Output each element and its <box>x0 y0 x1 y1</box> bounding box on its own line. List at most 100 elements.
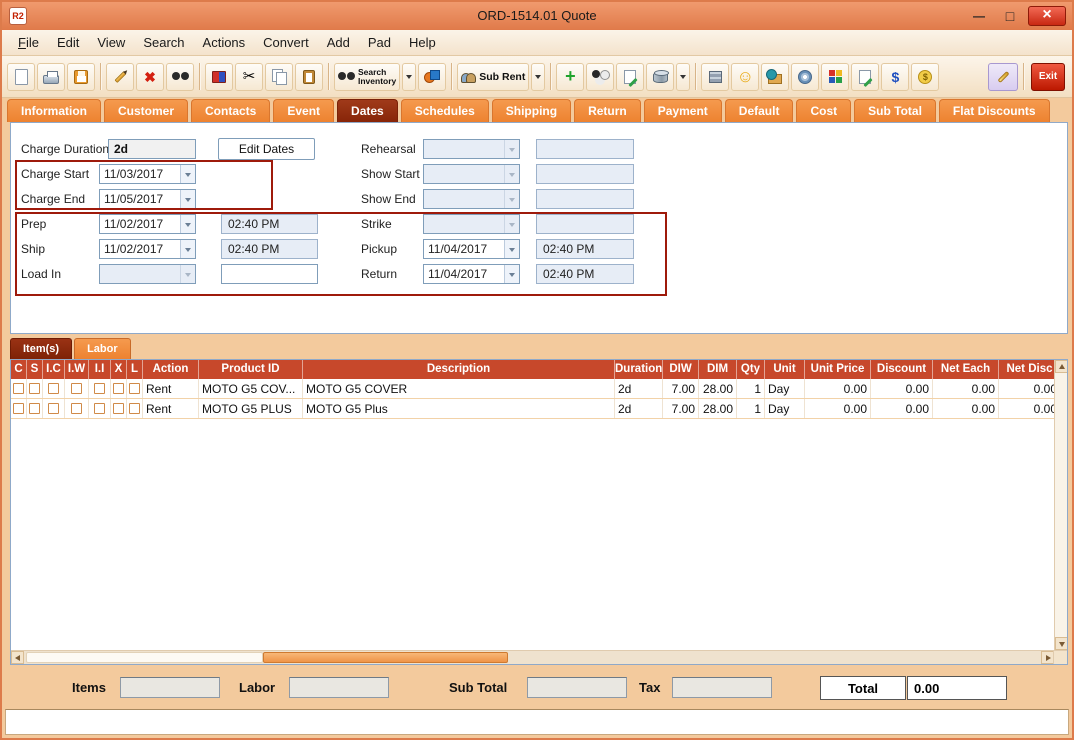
add-item-button[interactable]: + <box>556 63 584 91</box>
col-header-duration[interactable]: Duration <box>615 360 663 379</box>
tab-default[interactable]: Default <box>725 99 794 122</box>
copy-button[interactable] <box>265 63 293 91</box>
pickup-time-field[interactable]: 02:40 PM <box>536 239 634 259</box>
tab-labor[interactable]: Labor <box>74 338 131 359</box>
col-header-l[interactable]: L <box>127 360 143 379</box>
checkbox-x[interactable] <box>113 403 124 414</box>
tab-dates[interactable]: Dates <box>337 99 398 122</box>
cell-description[interactable]: MOTO G5 COVER <box>303 379 615 398</box>
col-header-dim[interactable]: DIM <box>699 360 737 379</box>
edit-dates-button[interactable]: Edit Dates <box>218 138 315 160</box>
maximize-button[interactable] <box>997 6 1023 26</box>
col-header-net-each[interactable]: Net Each <box>933 360 999 379</box>
checkbox-s[interactable] <box>29 383 40 394</box>
menu-convert[interactable]: Convert <box>255 32 317 53</box>
web-package-button[interactable] <box>761 63 789 91</box>
pickup-date-combo[interactable]: 11/04/2017 <box>423 239 520 259</box>
checkbox-c[interactable] <box>13 383 24 394</box>
chevron-down-icon[interactable] <box>180 190 195 208</box>
return-time-field[interactable]: 02:40 PM <box>536 264 634 284</box>
paste-button[interactable] <box>295 63 323 91</box>
cell-action[interactable]: Rent <box>143 399 199 418</box>
menu-add[interactable]: Add <box>319 32 358 53</box>
checkbox-x[interactable] <box>113 383 124 394</box>
horizontal-scroll-thumb[interactable] <box>263 652 508 663</box>
print-button[interactable] <box>37 63 65 91</box>
col-header-x[interactable]: X <box>111 360 127 379</box>
col-header-diw[interactable]: DIW <box>663 360 699 379</box>
cell-net-each[interactable]: 0.00 <box>933 399 999 418</box>
cell-discount[interactable]: 0.00 <box>871 399 933 418</box>
cell-unit-price[interactable]: 0.00 <box>805 399 871 418</box>
col-header-s[interactable]: S <box>27 360 43 379</box>
search-inventory-button[interactable]: Search Inventory <box>334 63 400 91</box>
cell-net-each[interactable]: 0.00 <box>933 379 999 398</box>
col-header-product-id[interactable]: Product ID <box>199 360 303 379</box>
checkbox-ic[interactable] <box>48 403 59 414</box>
sub-rent-dropdown[interactable] <box>531 63 545 91</box>
menu-search[interactable]: Search <box>135 32 192 53</box>
ship-date-combo[interactable]: 11/02/2017 <box>99 239 196 259</box>
cell-unit[interactable]: Day <box>765 379 805 398</box>
checkbox-l[interactable] <box>129 383 140 394</box>
find-button[interactable] <box>166 63 194 91</box>
cut-button[interactable]: ✂ <box>235 63 263 91</box>
new-document-button[interactable] <box>7 63 35 91</box>
cell-product-id[interactable]: MOTO G5 COV... <box>199 379 303 398</box>
menu-view[interactable]: View <box>89 32 133 53</box>
cube-button[interactable] <box>821 63 849 91</box>
menu-pad[interactable]: Pad <box>360 32 399 53</box>
col-header-discount[interactable]: Discount <box>871 360 933 379</box>
col-header-net-disc[interactable]: Net Disc <box>999 360 1061 379</box>
tab-items[interactable]: Item(s) <box>10 338 72 359</box>
checkbox-ii[interactable] <box>94 383 105 394</box>
menu-actions[interactable]: Actions <box>195 32 254 53</box>
charge-end-combo[interactable]: 11/05/2017 <box>99 189 196 209</box>
table-row[interactable]: Rent MOTO G5 PLUS MOTO G5 Plus 2d 7.00 2… <box>11 399 1067 419</box>
checkbox-ic[interactable] <box>48 383 59 394</box>
minimize-button[interactable] <box>966 6 992 26</box>
cell-dim[interactable]: 28.00 <box>699 399 737 418</box>
checkbox-s[interactable] <box>29 403 40 414</box>
archive-dropdown[interactable] <box>676 63 690 91</box>
cell-diw[interactable]: 7.00 <box>663 379 699 398</box>
chevron-down-icon[interactable] <box>504 240 519 258</box>
menu-help[interactable]: Help <box>401 32 444 53</box>
tab-payment[interactable]: Payment <box>644 99 722 122</box>
load-in-time-field[interactable] <box>221 264 318 284</box>
fax-button[interactable] <box>701 63 729 91</box>
tab-event[interactable]: Event <box>273 99 334 122</box>
scroll-down-arrow[interactable] <box>1055 637 1068 650</box>
tab-flat-discounts[interactable]: Flat Discounts <box>939 99 1050 122</box>
prep-time-field[interactable]: 02:40 PM <box>221 214 318 234</box>
checkbox-iw[interactable] <box>71 383 82 394</box>
edit-button[interactable] <box>106 63 134 91</box>
col-header-ic[interactable]: I.C <box>43 360 65 379</box>
shapes-button[interactable] <box>418 63 446 91</box>
save-button[interactable] <box>67 63 95 91</box>
table-row[interactable]: Rent MOTO G5 COV... MOTO G5 COVER 2d 7.0… <box>11 379 1067 399</box>
scroll-left-arrow[interactable] <box>11 651 24 664</box>
transfer-button[interactable] <box>205 63 233 91</box>
options-button[interactable] <box>586 63 614 91</box>
col-header-unit[interactable]: Unit <box>765 360 805 379</box>
col-header-ii[interactable]: I.I <box>89 360 111 379</box>
load-in-date-combo[interactable] <box>99 264 196 284</box>
exit-button[interactable]: Exit <box>1031 63 1065 91</box>
disc-button[interactable] <box>791 63 819 91</box>
charge-duration-field[interactable]: 2d <box>108 139 196 159</box>
checkbox-l[interactable] <box>129 403 140 414</box>
close-button[interactable] <box>1028 6 1066 26</box>
tab-contacts[interactable]: Contacts <box>191 99 270 122</box>
vertical-scrollbar[interactable] <box>1054 360 1067 650</box>
checkbox-c[interactable] <box>13 403 24 414</box>
archive-button[interactable] <box>646 63 674 91</box>
contact-button[interactable]: ☺ <box>731 63 759 91</box>
tab-customer[interactable]: Customer <box>104 99 188 122</box>
magic-wand-button[interactable] <box>988 63 1018 91</box>
checkbox-iw[interactable] <box>71 403 82 414</box>
edit-note-button[interactable] <box>616 63 644 91</box>
notepad-button[interactable] <box>851 63 879 91</box>
cell-duration[interactable]: 2d <box>615 379 663 398</box>
ship-time-field[interactable]: 02:40 PM <box>221 239 318 259</box>
